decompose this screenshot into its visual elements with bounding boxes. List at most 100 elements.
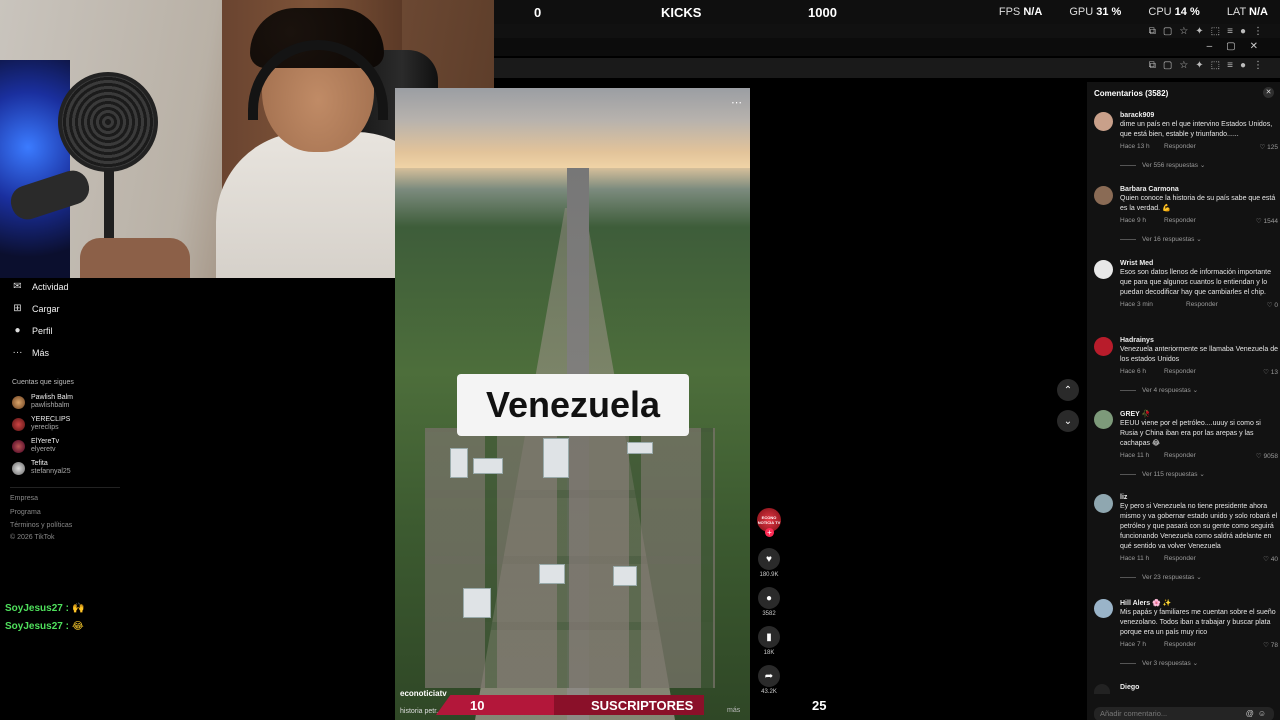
comment-username[interactable]: Hill Alers 🌸 ✨: [1120, 599, 1278, 607]
avatar: [12, 417, 25, 431]
previous-video-button[interactable]: ⌃: [1057, 379, 1079, 401]
view-replies-button[interactable]: Ver 23 respuestas ⌄: [1120, 573, 1278, 581]
comment-text: Venezuela anteriormente se llamaba Venez…: [1120, 346, 1278, 363]
comment-like-button[interactable]: ♡ 40: [1263, 555, 1278, 563]
follow-plus-icon[interactable]: +: [765, 528, 774, 537]
next-video-button[interactable]: ⌄: [1057, 410, 1079, 432]
avatar[interactable]: [1094, 186, 1113, 205]
following-account[interactable]: ElYereTv elyeretv: [12, 438, 59, 454]
view-replies-button[interactable]: Ver 115 respuestas ⌄: [1120, 470, 1278, 478]
footer-link-empresa[interactable]: Empresa: [10, 495, 38, 502]
performance-stats: FPS N/A GPU 31 % CPU 14 % LAT N/A: [975, 6, 1268, 18]
chat-message: SoyJesus27 : 😂: [5, 621, 84, 632]
sidebar-item-perfil[interactable]: ● Perfil: [12, 325, 52, 336]
video-building: [539, 564, 565, 584]
save-button[interactable]: ▮ 18K: [757, 626, 781, 656]
view-replies-button[interactable]: Ver 16 respuestas ⌄: [1120, 235, 1278, 243]
footer-copyright: © 2026 TikTok: [10, 534, 55, 541]
tiktok-sidebar: ✉ Actividad ⊞ Cargar ● Perfil ··· Más Cu…: [0, 278, 120, 548]
activity-icon: ✉: [13, 281, 22, 292]
comment-meta: Hace 11 h Responder ♡ 9058: [1120, 452, 1278, 461]
creator-avatar-button[interactable]: ECONO NOTICIA TV +: [757, 508, 781, 537]
browser-window-controls: –▢✕: [494, 38, 1280, 56]
comment-like-button[interactable]: ♡ 78: [1263, 641, 1278, 649]
comment-meta: Hace 9 h Responder ♡ 1544: [1120, 217, 1278, 226]
reply-button[interactable]: Responder: [1164, 452, 1196, 459]
view-replies-button[interactable]: Ver 4 respuestas ⌄: [1120, 386, 1278, 394]
chevron-down-icon: ⌄: [1063, 415, 1073, 427]
comment-button[interactable]: ● 3582: [757, 587, 781, 617]
footer-link-programa[interactable]: Programa: [10, 509, 41, 516]
following-account[interactable]: YERECLIPS yereclips: [12, 416, 70, 432]
chat-message: SoyJesus27 : 🙌: [5, 603, 85, 614]
avatar[interactable]: [1094, 112, 1113, 131]
comment-time: Hace 11 h: [1120, 555, 1150, 562]
reply-button[interactable]: Responder: [1164, 143, 1196, 150]
reply-button[interactable]: Responder: [1186, 301, 1218, 308]
comment-username[interactable]: Diego: [1120, 684, 1278, 691]
subscriber-label: SUSCRIPTORES: [591, 698, 694, 713]
comment-like-button[interactable]: ♡ 1544: [1256, 217, 1278, 225]
sidebar-item-cargar[interactable]: ⊞ Cargar: [12, 303, 59, 314]
sidebar-divider: [10, 487, 120, 488]
reply-button[interactable]: Responder: [1164, 368, 1196, 375]
add-comment-input[interactable]: Añadir comentario... @☺: [1094, 707, 1274, 720]
reply-button[interactable]: Responder: [1164, 217, 1196, 224]
kicks-goal: 1000: [808, 5, 837, 20]
comment-like-button[interactable]: ♡ 9058: [1256, 452, 1278, 460]
comment-username[interactable]: GREY 🥀: [1120, 410, 1278, 418]
window-control-buttons[interactable]: –▢✕: [1207, 41, 1272, 52]
following-account[interactable]: Tefita stefannyal25: [12, 460, 71, 476]
following-account[interactable]: Pawlish Balm pawlishbalm: [12, 394, 73, 410]
lat-stat: LAT N/A: [1226, 6, 1268, 18]
browser-extension-icons[interactable]: ⧉▢☆✦⬚≡●⋮: [1149, 26, 1270, 37]
avatar[interactable]: [1094, 684, 1110, 694]
comment-text: Mis papás y familiares me cuentan sobre …: [1120, 609, 1276, 636]
video-options-icon[interactable]: ⋯: [731, 96, 742, 109]
chevron-up-icon: ⌃: [1063, 384, 1073, 396]
comment-text: dime un país en el que intervino Estados…: [1120, 121, 1273, 138]
reply-button[interactable]: Responder: [1164, 555, 1196, 562]
comment-username[interactable]: barack909: [1120, 112, 1278, 119]
comment-text: Ey pero si Venezuela no tiene presidente…: [1120, 503, 1278, 550]
avatar[interactable]: [1094, 337, 1113, 356]
browser-toolbar-icons[interactable]: ⧉▢☆✦⬚≡●⋮: [1149, 60, 1270, 71]
video-player[interactable]: ⋯ Venezuela econoticiatv historia petr..…: [395, 88, 750, 720]
avatar[interactable]: [1094, 260, 1113, 279]
share-button[interactable]: ➦ 43.2K: [757, 665, 781, 695]
sidebar-item-actividad[interactable]: ✉ Actividad: [12, 281, 68, 292]
avatar: [12, 395, 25, 409]
mention-emoji-icons[interactable]: @☺: [1246, 707, 1270, 720]
comment-text: Esos son datos llenos de información imp…: [1120, 269, 1271, 296]
following-title: Cuentas que sigues: [12, 379, 74, 386]
footer-link-terminos[interactable]: Términos y políticas: [10, 522, 72, 529]
profile-icon: ●: [14, 325, 21, 336]
avatar: [12, 461, 25, 475]
close-icon[interactable]: ✕: [1263, 87, 1274, 98]
avatar[interactable]: [1094, 410, 1113, 429]
comment-like-button[interactable]: ♡ 125: [1260, 143, 1279, 151]
webcam-pc-lights: [0, 60, 70, 278]
comment-meta: Hace 11 h Responder ♡ 40: [1120, 555, 1278, 564]
fps-stat: FPS N/A: [998, 6, 1043, 18]
comment-time: Hace 3 min: [1120, 301, 1153, 308]
comment-username[interactable]: Wrist Med: [1120, 260, 1278, 267]
comment-like-button[interactable]: ♡ 0: [1267, 301, 1278, 309]
comments-header: Comentarios (3582): [1094, 89, 1169, 98]
comment-username[interactable]: Barbara Carmona: [1120, 186, 1278, 193]
like-button[interactable]: ♥ 180.9K: [757, 548, 781, 578]
avatar[interactable]: [1094, 599, 1113, 618]
save-count: 18K: [763, 650, 775, 656]
view-replies-button[interactable]: Ver 3 respuestas ⌄: [1120, 659, 1278, 667]
video-building: [543, 438, 569, 478]
video-building: [463, 588, 491, 618]
comment-username[interactable]: liz: [1120, 494, 1278, 501]
sidebar-item-mas[interactable]: ··· Más: [12, 347, 50, 358]
comment-like-button[interactable]: ♡ 13: [1263, 368, 1278, 376]
view-replies-button[interactable]: Ver 556 respuestas ⌄: [1120, 161, 1278, 169]
avatar[interactable]: [1094, 494, 1113, 513]
reply-button[interactable]: Responder: [1164, 641, 1196, 648]
comment-username[interactable]: Hadrainys: [1120, 337, 1278, 344]
share-icon: ➦: [758, 665, 780, 687]
upload-icon: ⊞: [13, 303, 22, 314]
